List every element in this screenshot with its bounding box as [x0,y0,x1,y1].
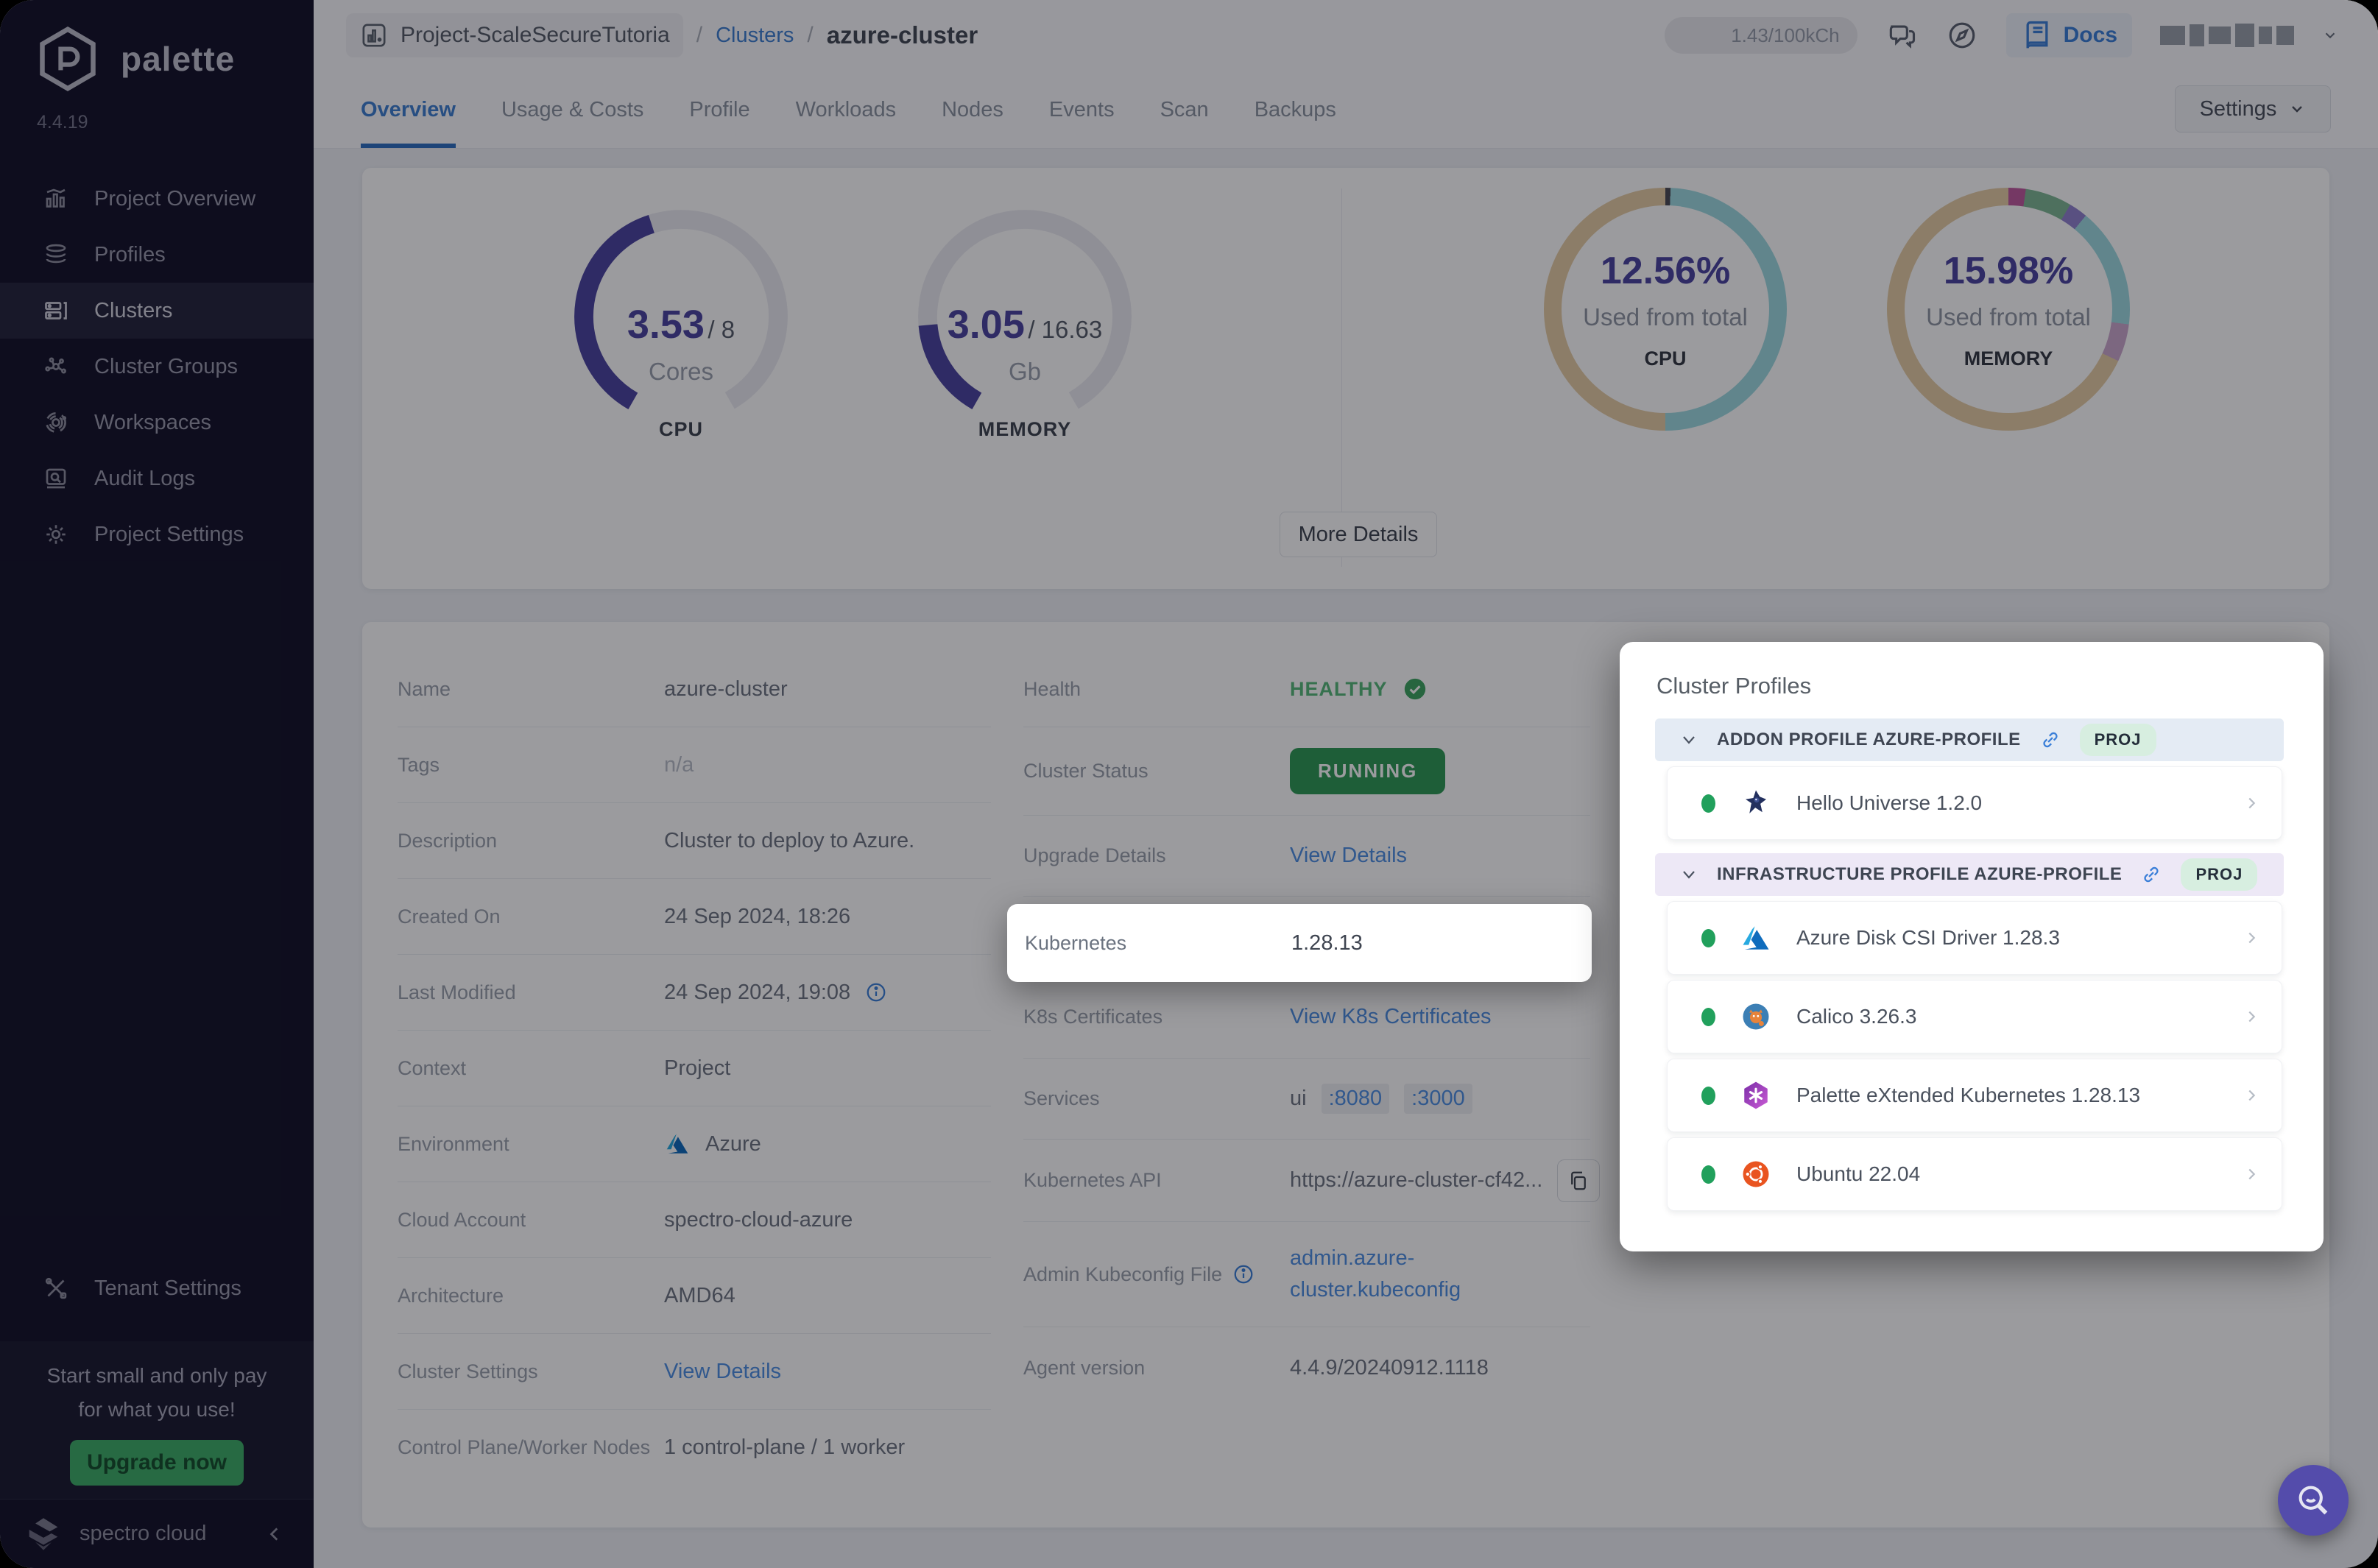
status-dot-green [1701,794,1715,813]
app-window: palette 4.4.19 Project Overview Profiles… [0,0,2378,1568]
profile-pack-ubuntu[interactable]: Ubuntu 22.04 [1667,1137,2282,1211]
cluster-profiles-panel: Cluster Profiles ADDON PROFILE AZURE-PRO… [1620,642,2324,1251]
proj-badge: PROJ [2079,724,2156,756]
profile-pack-hello-universe[interactable]: Hello Universe 1.2.0 [1667,766,2282,840]
detail-label: Kubernetes [1025,931,1127,954]
chevron-right-icon [2248,1011,2256,1023]
magnifier-smile-icon [2298,1486,2328,1515]
pack-name: Azure Disk CSI Driver 1.28.3 [1796,926,2060,949]
pack-name: Hello Universe 1.2.0 [1796,791,1983,814]
pxk-icon [1744,1081,1768,1109]
infrastructure-profile-name: INFRASTRUCTURE PROFILE AZURE-PROFILE [1717,864,2123,884]
chevron-right-icon [2248,797,2256,809]
profile-pack-calico[interactable]: Calico 3.26.3 [1667,980,2282,1053]
guide-search-fab[interactable] [2278,1465,2349,1536]
status-dot-green [1701,1086,1715,1105]
link-icon [2043,732,2058,748]
chevron-down-icon [1683,871,1695,879]
status-dot-green [1701,1007,1715,1026]
addon-profile-name: ADDON PROFILE AZURE-PROFILE [1717,730,2021,749]
hello-universe-icon [1746,790,1766,813]
kubernetes-version-spotlight: Kubernetes 1.28.13 [1007,904,1592,982]
calico-icon [1743,1003,1769,1030]
pack-name: Ubuntu 22.04 [1796,1162,1921,1185]
pack-name: Calico 3.26.3 [1796,1005,1917,1028]
azure-disk-csi-icon [1743,926,1769,950]
panel-title: Cluster Profiles [1657,673,1812,699]
profile-pack-palette-extended-kubernetes[interactable]: Palette eXtended Kubernetes 1.28.13 [1667,1059,2282,1132]
status-dot-green [1701,1165,1715,1184]
kubernetes-version-value: 1.28.13 [1291,930,1363,955]
infrastructure-profile-header[interactable]: INFRASTRUCTURE PROFILE AZURE-PROFILE PRO… [1655,853,2284,896]
profile-pack-azure-disk-csi[interactable]: Azure Disk CSI Driver 1.28.3 [1667,901,2282,975]
chevron-down-icon [1683,736,1695,744]
status-dot-green [1701,928,1715,947]
addon-profile-header[interactable]: ADDON PROFILE AZURE-PROFILE PROJ [1655,718,2284,761]
chevron-right-icon [2248,1090,2256,1101]
proj-badge: PROJ [2181,858,2258,891]
ubuntu-icon [1743,1161,1769,1187]
chevron-right-icon [2248,932,2256,944]
pack-name: Palette eXtended Kubernetes 1.28.13 [1796,1084,2141,1106]
chevron-right-icon [2248,1168,2256,1180]
link-icon [2144,866,2159,883]
